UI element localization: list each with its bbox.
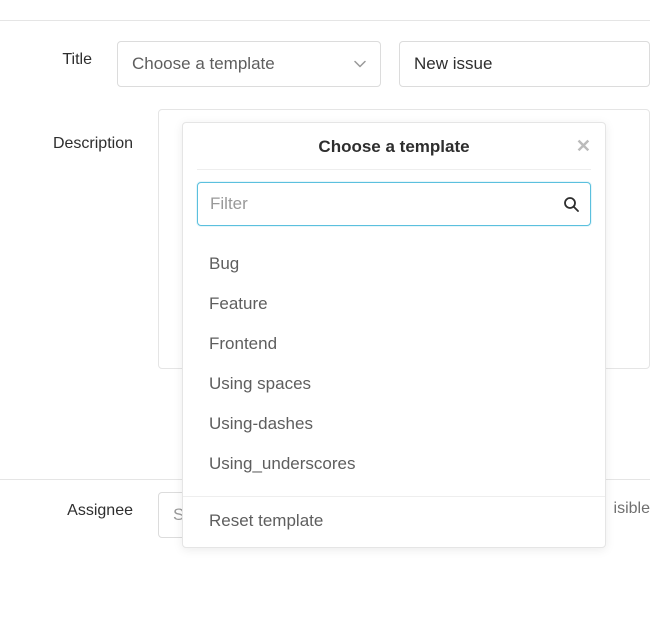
template-option[interactable]: Using spaces [183, 364, 605, 404]
template-option[interactable]: Feature [183, 284, 605, 324]
dropdown-header: Choose a template ✕ [183, 123, 605, 169]
title-controls: Choose a template [117, 21, 650, 87]
template-dropdown-label: Choose a template [132, 54, 275, 74]
filter-wrap [197, 182, 591, 226]
close-icon[interactable]: ✕ [576, 137, 591, 155]
template-list: Bug Feature Frontend Using spaces Using-… [183, 238, 605, 490]
title-label: Title [0, 21, 117, 69]
template-option[interactable]: Bug [183, 244, 605, 284]
assignee-label: Assignee [0, 480, 158, 520]
visibility-note-fragment: isible [614, 500, 650, 518]
issue-title-input[interactable] [399, 41, 650, 87]
template-dropdown-button[interactable]: Choose a template [117, 41, 381, 87]
filter-input[interactable] [197, 182, 591, 226]
title-row: Title Choose a template [0, 21, 650, 87]
template-option[interactable]: Using-dashes [183, 404, 605, 444]
description-label: Description [0, 87, 158, 153]
dropdown-header-divider [197, 169, 591, 170]
template-option[interactable]: Frontend [183, 324, 605, 364]
dropdown-title: Choose a template [318, 137, 469, 156]
chevron-down-icon [354, 58, 366, 70]
template-option[interactable]: Using_underscores [183, 444, 605, 484]
reset-template[interactable]: Reset template [183, 497, 605, 541]
template-dropdown-panel: Choose a template ✕ Bug Feature Frontend… [182, 122, 606, 548]
search-icon [563, 196, 579, 212]
